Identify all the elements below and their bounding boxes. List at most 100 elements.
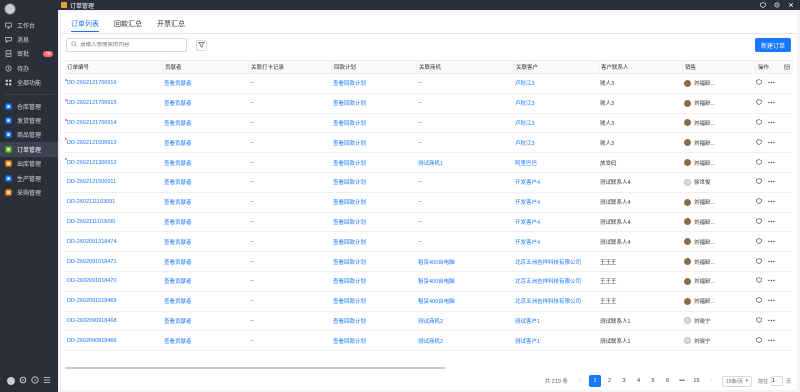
sidebar-item-3[interactable]: 审批 76 <box>0 47 58 61</box>
order-id-link[interactable]: DD-2602121506913 <box>67 140 117 146</box>
cell-link[interactable]: 查看回款计划 <box>333 198 366 206</box>
view-icon[interactable] <box>756 238 762 246</box>
table-row[interactable]: DD-2602091318474 查看贡献者 -- 查看回款计划 -- 开发客户4 测试联系… <box>65 232 793 253</box>
cell-link[interactable]: 查看回款计划 <box>333 178 366 186</box>
page-6[interactable]: 6 <box>661 375 673 387</box>
cell-link[interactable]: 查看贡献者 <box>164 337 192 345</box>
sidebar-module-3[interactable]: 商品管理 <box>0 128 58 142</box>
tab-1[interactable]: 订单列表 <box>71 18 99 32</box>
view-icon[interactable] <box>756 297 762 305</box>
column-header[interactable]: 回款计划 <box>331 61 416 73</box>
cell-link[interactable]: 测试商机2 <box>418 317 443 325</box>
more-pages-ellipsis[interactable]: ••• <box>676 375 688 387</box>
table-row[interactable]: DD-2602121706916 查看贡献者 -- 查看回款计划 -- 卢秋江3 贱人3 刘福… <box>65 74 793 94</box>
page-4[interactable]: 4 <box>632 375 644 387</box>
table-row[interactable]: DD-2602091018471 查看贡献者 -- 查看回款计划 租赁400台电脑 北京五… <box>65 252 793 272</box>
more-icon[interactable] <box>768 318 775 324</box>
cell-link[interactable]: 查看回款计划 <box>333 99 366 107</box>
order-id-link[interactable]: DD-2602091018471 <box>67 259 117 265</box>
settings-icon[interactable] <box>19 376 27 386</box>
order-id-link[interactable]: DD-2602121706916 <box>67 80 117 86</box>
cell-link[interactable]: 查看贡献者 <box>164 159 192 167</box>
view-icon[interactable] <box>756 277 762 285</box>
order-id-link[interactable]: DD-2602090918468 <box>67 318 117 324</box>
new-order-button[interactable]: 新建订单 <box>755 38 791 52</box>
order-id-link[interactable]: DD-2602090918466 <box>67 338 117 344</box>
cell-link[interactable]: 阿里巴巴 <box>515 159 537 167</box>
view-icon[interactable] <box>756 198 762 206</box>
column-header[interactable]: 订单编号 <box>65 61 162 73</box>
cell-link[interactable]: 开发客户4 <box>515 178 540 186</box>
sidebar-module-6[interactable]: 生产管理 <box>0 171 58 185</box>
close-icon[interactable] <box>788 2 794 10</box>
search-box[interactable] <box>66 38 187 52</box>
search-input[interactable] <box>80 42 180 48</box>
view-icon[interactable] <box>756 257 762 266</box>
tab-2[interactable]: 回款汇总 <box>114 18 142 32</box>
cell-link[interactable]: 查看贡献者 <box>164 139 192 147</box>
view-icon[interactable] <box>756 79 762 87</box>
page-1[interactable]: 1 <box>588 375 601 387</box>
page-3[interactable]: 3 <box>618 375 630 387</box>
cell-link[interactable]: 北京五洲吉祥科技有限公司 <box>515 297 581 305</box>
order-id-link[interactable]: DD-2602121306912 <box>67 160 117 166</box>
column-header[interactable]: 关联打卡记录 <box>248 61 331 73</box>
page-2[interactable]: 2 <box>603 375 615 387</box>
cell-link[interactable]: 查看回款计划 <box>333 277 366 285</box>
more-icon[interactable] <box>768 298 775 304</box>
table-row[interactable]: DD-2602121306912 查看贡献者 -- 查看回款计划 测试商机1 阿里巴巴 放发… <box>65 153 793 173</box>
cell-link[interactable]: 卢秋江3 <box>515 99 535 107</box>
cell-link[interactable]: 租赁400台电脑 <box>418 258 455 266</box>
cell-link[interactable]: 卢秋江3 <box>515 79 535 87</box>
cell-link[interactable]: 卢秋江3 <box>515 119 535 127</box>
column-header[interactable]: 关联客户 <box>513 61 598 73</box>
table-row[interactable]: DD-2602111103091 查看贡献者 -- 查看回款计划 -- 开发客户4 测试联系… <box>65 193 793 213</box>
sidebar-module-4[interactable]: 订单管理 <box>0 142 58 157</box>
sidebar-item-4[interactable]: 待办 <box>0 61 58 75</box>
sidebar-item-5[interactable]: 全部功能 <box>0 76 58 90</box>
cell-link[interactable]: 查看贡献者 <box>164 258 192 266</box>
cell-link[interactable]: 开发客户4 <box>515 238 540 246</box>
sidebar-module-2[interactable]: 发货管理 <box>0 113 58 127</box>
more-icon[interactable] <box>768 120 775 126</box>
view-icon[interactable] <box>756 119 762 127</box>
cell-link[interactable]: 查看贡献者 <box>164 277 192 285</box>
column-header[interactable]: 销售 <box>682 61 755 73</box>
table-row[interactable]: DD-2602121706915 查看贡献者 -- 查看回款计划 -- 卢秋江3 贱人3 刘福… <box>65 94 793 114</box>
cell-link[interactable]: 查看回款计划 <box>333 119 366 127</box>
cell-link[interactable]: 测试客户1 <box>515 317 540 325</box>
tab-3[interactable]: 开票汇总 <box>157 18 185 32</box>
prev-page-button[interactable]: ‹ <box>574 375 586 387</box>
horizontal-scrollbar[interactable] <box>65 367 445 369</box>
cell-link[interactable]: 查看贡献者 <box>164 198 192 206</box>
view-icon[interactable] <box>756 337 762 345</box>
order-id-link[interactable]: DD-2602121706914 <box>67 120 117 126</box>
cell-link[interactable]: 租赁400台电脑 <box>418 297 455 305</box>
more-icon[interactable] <box>768 239 775 245</box>
more-icon[interactable] <box>768 219 775 225</box>
goto-page-input[interactable] <box>770 376 783 386</box>
cell-link[interactable]: 卢秋江3 <box>515 139 535 147</box>
cell-link[interactable]: 查看贡献者 <box>164 119 192 127</box>
cell-link[interactable]: 开发客户4 <box>515 198 540 206</box>
cell-link[interactable]: 北京五洲吉祥科技有限公司 <box>515 277 581 285</box>
column-settings-icon[interactable] <box>784 64 790 72</box>
more-icon[interactable] <box>768 338 775 344</box>
cell-link[interactable]: 查看回款计划 <box>333 159 366 167</box>
cell-link[interactable]: 查看贡献者 <box>164 218 192 226</box>
order-id-link[interactable]: DD-2602111103090 <box>67 219 115 225</box>
view-icon[interactable] <box>756 158 762 167</box>
last-page[interactable]: 15 <box>690 375 702 387</box>
cell-link[interactable]: 查看贡献者 <box>164 297 192 305</box>
avatar[interactable] <box>7 377 15 385</box>
order-id-link[interactable]: DD-2602091318474 <box>67 239 117 245</box>
sidebar-module-1[interactable]: 仓库管理 <box>0 99 58 113</box>
user-avatar[interactable] <box>4 3 16 15</box>
cell-link[interactable]: 查看回款计划 <box>333 297 366 305</box>
page-5[interactable]: 5 <box>647 375 659 387</box>
order-id-link[interactable]: DD-2602091018469 <box>67 298 117 304</box>
sidebar-item-2[interactable]: 消息 <box>0 32 58 46</box>
view-icon[interactable] <box>756 178 762 186</box>
table-row[interactable]: DD-2602121506913 查看贡献者 -- 查看回款计划 -- 卢秋江3 贱人3 刘福… <box>65 133 793 154</box>
cell-link[interactable]: 测试客户1 <box>515 337 540 345</box>
